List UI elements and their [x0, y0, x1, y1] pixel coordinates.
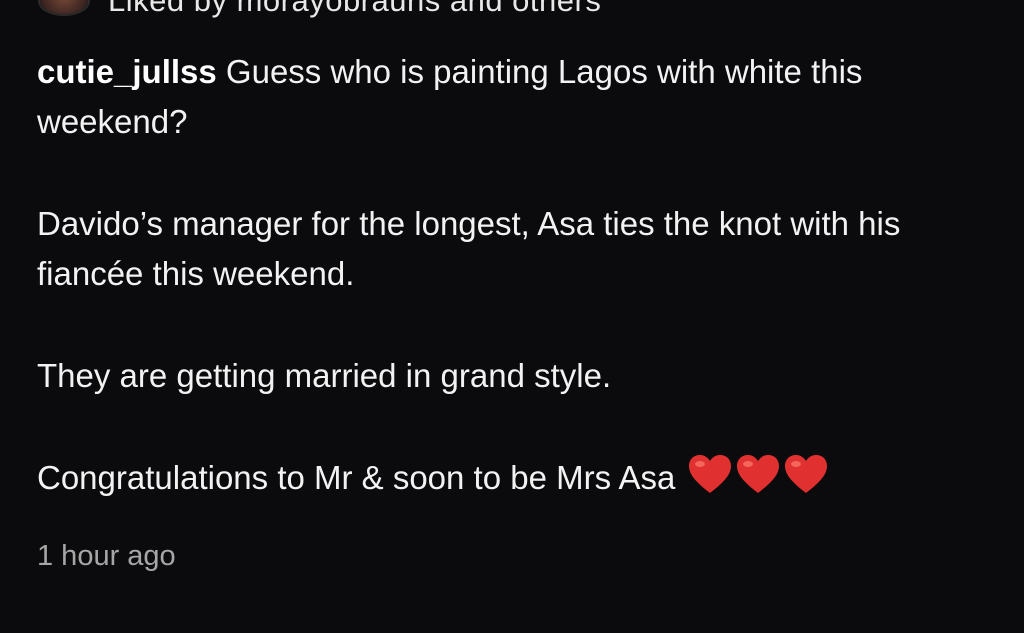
heart-emoji-group: [687, 453, 829, 495]
red-heart-icon: [687, 453, 733, 495]
username-link[interactable]: cutie_jullss: [37, 53, 217, 90]
liked-by-row[interactable]: Liked by morayobrauns and others: [40, 0, 601, 19]
red-heart-icon: [735, 453, 781, 495]
liked-by-text[interactable]: Liked by morayobrauns and others: [108, 0, 601, 19]
caption-paragraph-2: Davido’s manager for the longest, Asa ti…: [37, 205, 901, 292]
caption-text-4: Congratulations to Mr & soon to be Mrs A…: [37, 459, 676, 496]
red-heart-icon: [783, 453, 829, 495]
post-timestamp: 1 hour ago: [37, 540, 176, 572]
caption-paragraph-4: Congratulations to Mr & soon to be Mrs A…: [37, 453, 987, 503]
caption-paragraph-3: They are getting married in grand style.: [37, 357, 612, 394]
liker-avatar[interactable]: [40, 0, 88, 14]
post-caption: cutie_jullss Guess who is painting Lagos…: [37, 47, 987, 503]
caption-paragraph-1: cutie_jullss Guess who is painting Lagos…: [37, 47, 987, 147]
